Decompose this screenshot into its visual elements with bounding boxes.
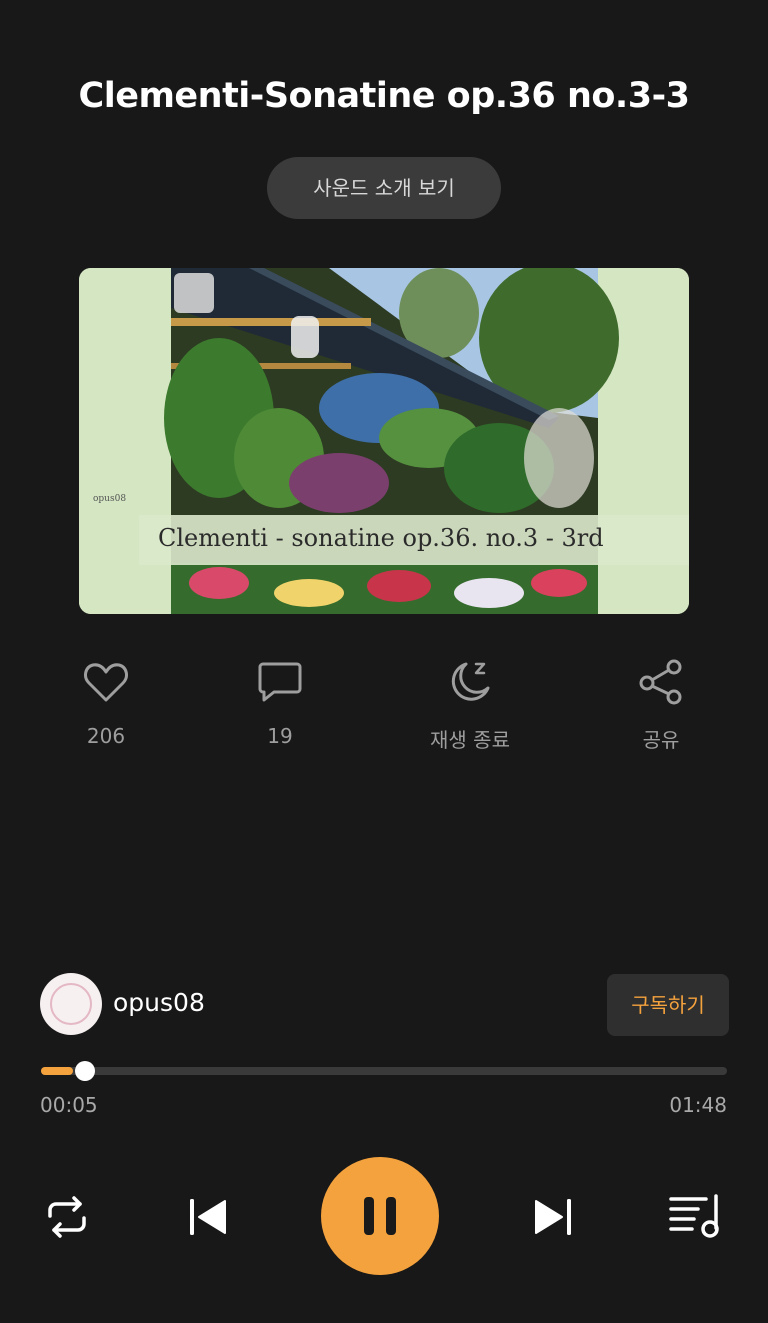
comment-icon: [254, 656, 306, 708]
repeat-button[interactable]: [42, 1192, 92, 1242]
comment-count: 19: [267, 724, 293, 748]
progress-thumb[interactable]: [74, 1061, 95, 1081]
channel-avatar[interactable]: [40, 973, 102, 1035]
sleep-timer-button[interactable]: 재생 종료: [400, 656, 540, 753]
total-time: 01:48: [669, 1093, 727, 1117]
artwork-caption: Clementi - sonatine op.36. no.3 - 3rd: [158, 524, 604, 552]
current-time: 00:05: [40, 1093, 98, 1117]
sound-intro-button[interactable]: 사운드 소개 보기: [267, 157, 501, 219]
album-artwork: Clementi - sonatine op.36. no.3 - 3rd op…: [79, 268, 689, 614]
playlist-button[interactable]: [668, 1190, 724, 1242]
artwork-watermark: opus08: [93, 494, 126, 504]
heart-icon: [80, 656, 132, 708]
moon-sleep-icon: [444, 656, 496, 708]
like-count: 206: [86, 724, 126, 748]
pause-button[interactable]: [321, 1157, 439, 1275]
previous-button[interactable]: [185, 1192, 231, 1242]
share-icon: [635, 656, 687, 708]
skip-previous-icon: [190, 1199, 226, 1235]
pause-icon: [364, 1197, 396, 1235]
sleep-timer-label: 재생 종료: [430, 728, 510, 752]
progress-bar[interactable]: [41, 1067, 727, 1075]
skip-next-icon: [535, 1199, 571, 1235]
comment-button[interactable]: 19: [210, 656, 350, 748]
share-label: 공유: [642, 728, 680, 752]
repeat-icon: [48, 1196, 86, 1238]
next-button[interactable]: [530, 1192, 576, 1242]
channel-name[interactable]: opus08: [113, 988, 205, 1017]
track-title: Clementi-Sonatine op.36 no.3-3: [78, 76, 690, 116]
playlist-icon: [669, 1194, 719, 1238]
share-button[interactable]: 공유: [591, 656, 731, 753]
subscribe-button[interactable]: 구독하기: [607, 974, 729, 1036]
like-button[interactable]: 206: [36, 656, 176, 748]
progress-fill: [41, 1067, 73, 1075]
